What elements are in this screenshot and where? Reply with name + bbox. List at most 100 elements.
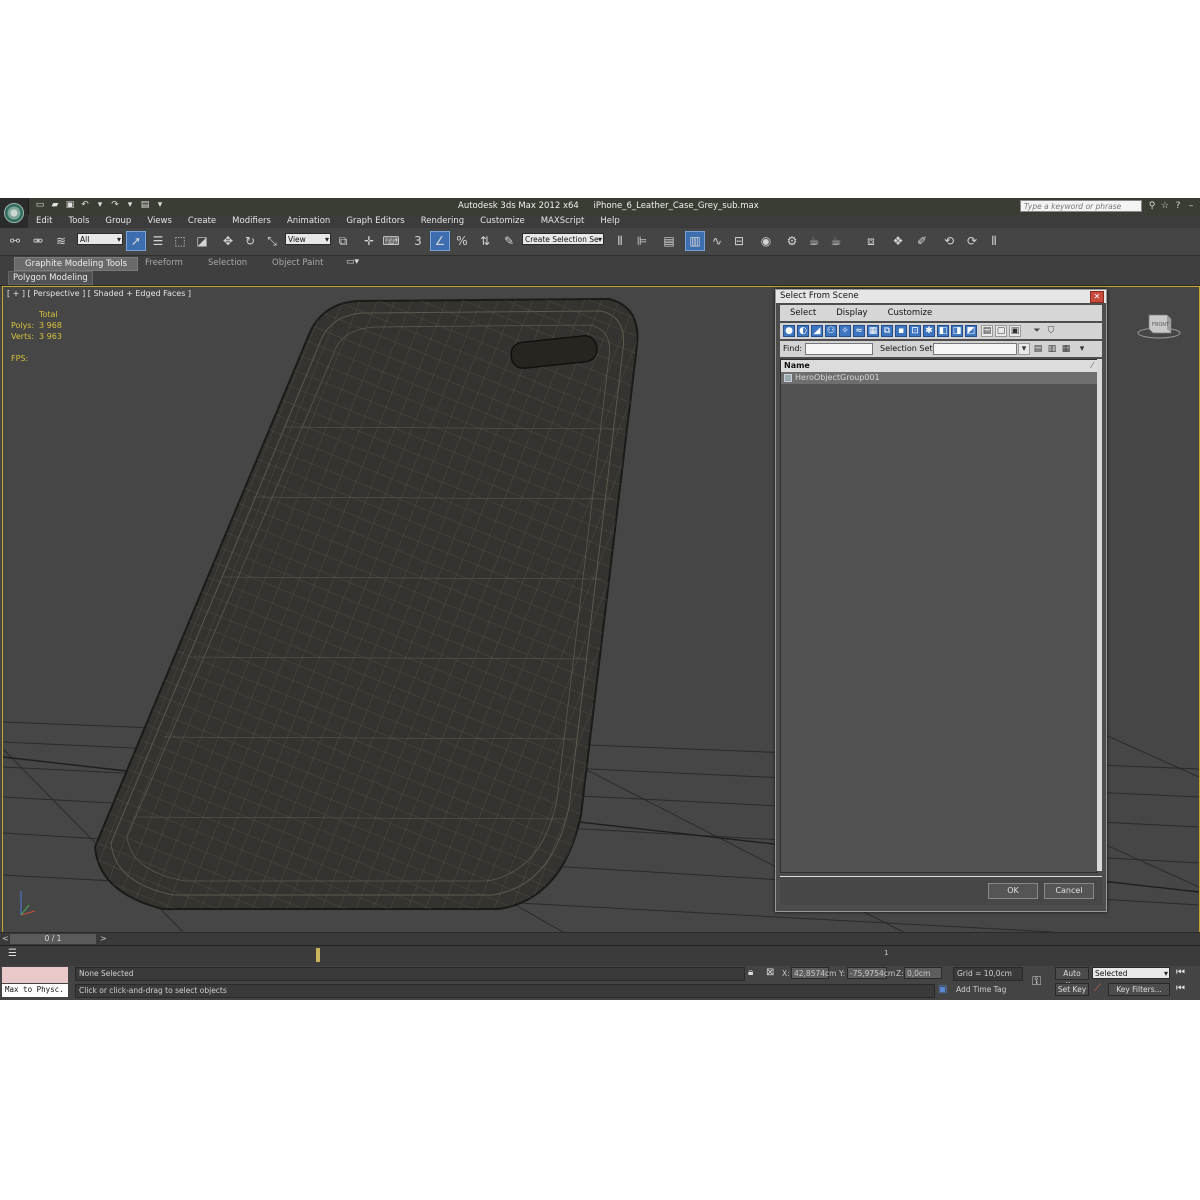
menu-rendering[interactable]: Rendering	[413, 215, 472, 228]
maxscript-listener-pink[interactable]	[2, 967, 68, 983]
time-prev-icon[interactable]: <	[2, 933, 9, 945]
material-editor-icon[interactable]: ◉	[757, 232, 775, 250]
window-crossing-icon[interactable]: ◪	[193, 232, 211, 250]
display-hidden-icon[interactable]: ◧	[937, 325, 949, 337]
save-icon[interactable]: ▣	[64, 199, 76, 212]
display-lights-icon[interactable]: ◢	[811, 325, 823, 337]
z-coord-field[interactable]: 0,0cm	[904, 967, 942, 979]
viewport-label[interactable]: [ + ] [ Perspective ] [ Shaded + Edged F…	[7, 289, 191, 298]
display-all-icon[interactable]: ◨	[951, 325, 963, 337]
bind-to-space-warp-icon[interactable]: ≋	[52, 232, 70, 250]
select-object-icon[interactable]: ➚	[126, 231, 146, 251]
menu-group[interactable]: Group	[97, 215, 139, 228]
angle-snap-icon[interactable]: ∠	[430, 231, 450, 251]
tab-selection[interactable]: Selection	[208, 257, 247, 269]
menu-help[interactable]: Help	[592, 215, 627, 228]
absolute-mode-icon[interactable]: ⊠	[766, 967, 774, 978]
menu-edit[interactable]: Edit	[28, 215, 60, 228]
mirror-icon[interactable]: ⫴	[611, 232, 629, 250]
edit-named-selection-icon[interactable]: ✎	[500, 232, 518, 250]
display-space-warps-icon[interactable]: ≈	[853, 325, 865, 337]
cancel-button[interactable]: Cancel	[1044, 883, 1094, 899]
viewcube-icon[interactable]: FRONT	[1137, 309, 1181, 339]
schematic-view-icon[interactable]: ⊟	[730, 232, 748, 250]
ribbon-options-icon[interactable]: ▭▾	[346, 257, 359, 267]
auto-key-button[interactable]: Auto Key	[1055, 967, 1089, 990]
display-shapes-icon[interactable]: ◐	[797, 325, 809, 337]
set-key-button[interactable]: Set Key	[1055, 983, 1089, 996]
curve-editor-icon[interactable]: ∿	[708, 232, 726, 250]
select-none-icon[interactable]: ▢	[995, 325, 1007, 337]
display-cameras-icon[interactable]: ⚇	[825, 325, 837, 337]
dialog-options-dropdown-icon[interactable]: ▾	[1076, 343, 1088, 355]
unlink-icon[interactable]: ⚮	[29, 232, 47, 250]
menu-views[interactable]: Views	[139, 215, 180, 228]
display-containers-icon[interactable]: ⊡	[909, 325, 921, 337]
menu-tools[interactable]: Tools	[60, 215, 97, 228]
select-and-manipulate-icon[interactable]: ✛	[360, 232, 378, 250]
go-to-start-icon[interactable]: ⏮	[1176, 967, 1185, 978]
selection-filter-dropdown[interactable]: All	[77, 233, 123, 245]
tab-freeform[interactable]: Freeform	[145, 257, 183, 269]
play-controls-icon[interactable]: ⏮	[1176, 983, 1185, 994]
dialog-title[interactable]: Select From Scene	[776, 290, 1106, 303]
lock-selection-icon[interactable]: 🔒︎	[748, 967, 753, 978]
snaps-toggle-icon[interactable]: 3	[409, 232, 427, 250]
menu-maxscript[interactable]: MAXScript	[533, 215, 593, 228]
create-selection-set-icon[interactable]: ▤	[1032, 343, 1044, 355]
time-slider[interactable]: < 0 / 1 >	[0, 932, 1200, 945]
menu-modifiers[interactable]: Modifiers	[224, 215, 279, 228]
edit-selection-set-icon[interactable]: ▥	[1046, 343, 1058, 355]
pivot-center-icon[interactable]: ⧉	[334, 232, 352, 250]
qat-dropdown-icon[interactable]: ▾	[154, 199, 166, 212]
time-next-icon[interactable]: >	[100, 933, 107, 945]
reactor-cycle-icon[interactable]: ⟳	[963, 232, 981, 250]
name-column-header[interactable]: Name ⁄	[781, 360, 1097, 372]
undo-dropdown-icon[interactable]: ▾	[94, 199, 106, 212]
x-coord-field[interactable]: 42,8574cm	[791, 967, 836, 979]
open-file-icon[interactable]: ▰	[49, 199, 61, 212]
select-all-icon[interactable]: ▤	[981, 325, 993, 337]
select-by-name-icon[interactable]: ☰	[149, 232, 167, 250]
container-icon[interactable]: ⧈	[862, 232, 880, 250]
undo-icon[interactable]: ↶	[79, 199, 91, 212]
display-helpers-icon[interactable]: ✧	[839, 325, 851, 337]
frame-counter[interactable]: 0 / 1	[10, 934, 96, 944]
tab-object-paint[interactable]: Object Paint	[272, 257, 323, 269]
redo-icon[interactable]: ↷	[109, 199, 121, 212]
binoculars-icon[interactable]: ⚲	[1147, 200, 1157, 212]
tab-graphite-modeling-tools[interactable]: Graphite Modeling Tools	[14, 257, 139, 271]
new-file-icon[interactable]: ▭	[34, 199, 46, 212]
selection-set-arrow-icon[interactable]: ▾	[1018, 343, 1030, 355]
dialog-menu-display[interactable]: Display	[826, 305, 877, 321]
list-scrollbar[interactable]	[1097, 359, 1102, 871]
key-mode-dropdown[interactable]: Selected	[1092, 967, 1170, 979]
named-selection-set-dropdown[interactable]: Create Selection Se	[522, 233, 604, 245]
delete-selection-set-icon[interactable]: ▦	[1060, 343, 1072, 355]
ok-button[interactable]: OK	[988, 883, 1038, 899]
star-icon[interactable]: ☆	[1160, 200, 1170, 212]
add-time-tag[interactable]: Add Time Tag	[953, 984, 1023, 998]
render-production-icon[interactable]: ☕	[827, 232, 845, 250]
percent-snap-icon[interactable]: %	[453, 232, 471, 250]
list-item[interactable]: HeroObjectGroup001	[781, 372, 1097, 384]
align-icon[interactable]: ⊫	[633, 232, 651, 250]
display-geometry-icon[interactable]: ●	[783, 325, 795, 337]
graphite-toggle-icon[interactable]: ▥	[685, 231, 705, 251]
keyboard-shortcut-override-icon[interactable]: ⌨	[382, 232, 400, 250]
menu-animation[interactable]: Animation	[279, 215, 338, 228]
select-and-scale-icon[interactable]: ⤡	[263, 232, 281, 250]
track-bar[interactable]: ☰ 1	[0, 945, 1200, 966]
brush-icon[interactable]: ✐	[913, 232, 931, 250]
time-tag-icon[interactable]: ▣	[938, 984, 947, 995]
dialog-menu-select[interactable]: Select	[780, 305, 826, 321]
maxscript-mini-listener[interactable]: Max to Physc.	[2, 984, 68, 997]
key-filters-button[interactable]: Key Filters...	[1108, 983, 1170, 996]
application-button[interactable]	[0, 198, 29, 228]
y-coord-field[interactable]: -75,9754cm	[847, 967, 895, 979]
render-setup-icon[interactable]: ⚙	[783, 232, 801, 250]
layer-manager-icon[interactable]: ▤	[660, 232, 678, 250]
select-and-rotate-icon[interactable]: ↻	[241, 232, 259, 250]
display-xrefs-icon[interactable]: ⧉	[881, 325, 893, 337]
reactor-bracket-icon[interactable]: ⦀	[985, 232, 1003, 250]
